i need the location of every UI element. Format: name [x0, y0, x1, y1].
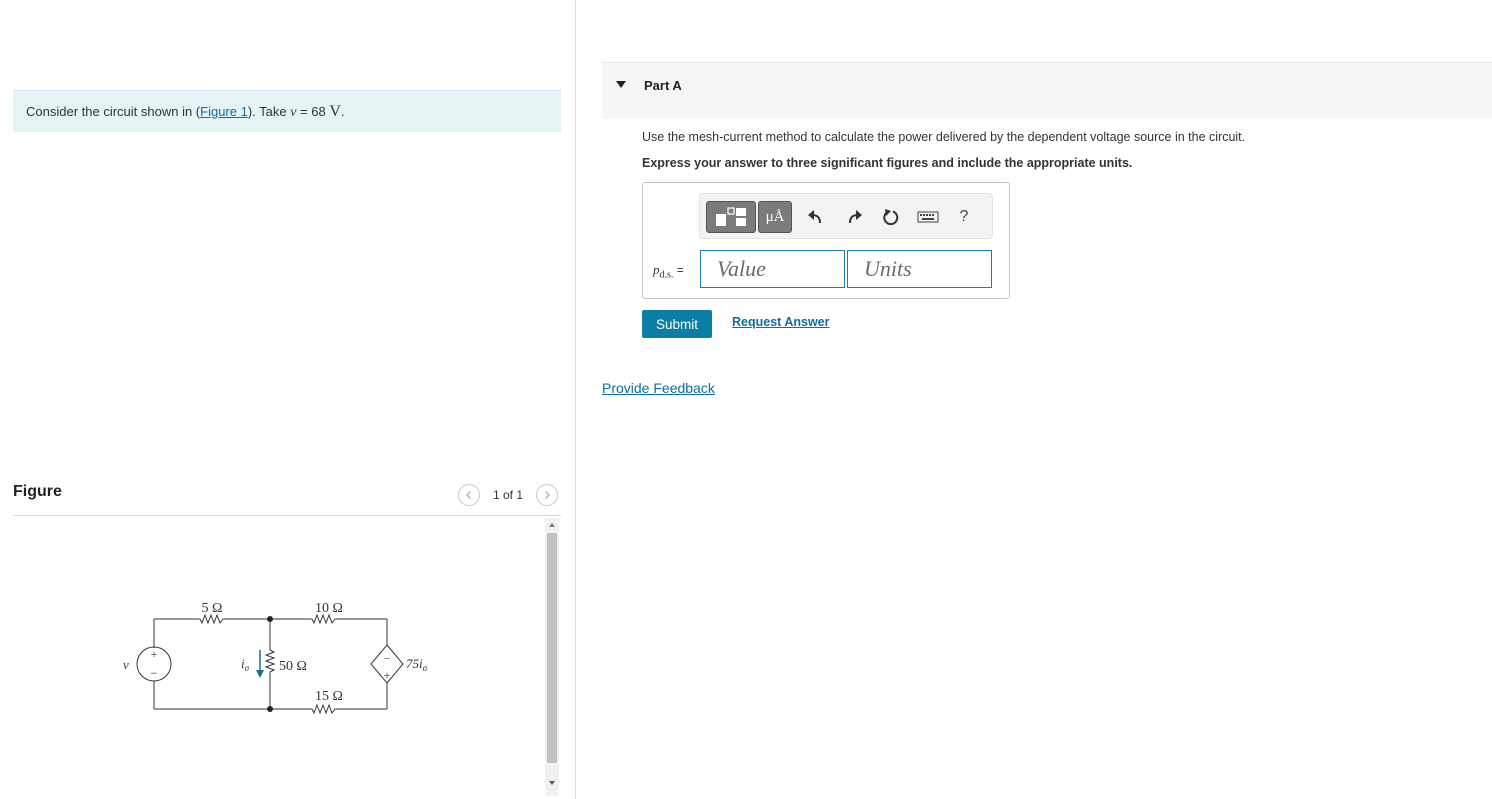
scroll-down-arrow-icon[interactable] [545, 776, 559, 790]
figure-scroll-thumb[interactable] [547, 533, 557, 763]
r2-label: 10 Ω [315, 601, 343, 616]
redo-button[interactable] [838, 201, 870, 233]
r3-label: 50 Ω [279, 659, 307, 674]
r4-label: 15 Ω [315, 689, 343, 704]
dep-source-label: 75iσ [406, 656, 428, 673]
problem-suffix: . [340, 104, 345, 119]
problem-statement: Consider the circuit shown in (Figure 1)… [13, 90, 561, 132]
figure-title: Figure [13, 483, 62, 500]
units-input[interactable] [847, 250, 992, 288]
problem-pane: Consider the circuit shown in (Figure 1)… [0, 0, 575, 799]
circuit-diagram: + − − + 5 Ω 10 Ω 50 Ω 15 Ω v iσ 75iσ [123, 601, 428, 715]
current-label: iσ [241, 656, 250, 673]
part-header[interactable] [602, 62, 1492, 119]
source-v-label: v [123, 657, 129, 672]
value-input[interactable] [700, 250, 845, 288]
answer-variable-label: pd.s. = [653, 262, 684, 280]
dep-source-label-main: 75i [406, 656, 423, 671]
chevron-right-icon [545, 491, 550, 499]
pane-divider [575, 0, 576, 799]
dep-source-label-sub: σ [423, 663, 428, 673]
var-eq: = [673, 263, 684, 277]
undo-icon [808, 210, 821, 224]
reset-icon [883, 209, 899, 226]
instruction-text: Express your answer to three significant… [642, 156, 1133, 170]
figure-divider [13, 515, 561, 516]
problem-unit: V [329, 103, 341, 120]
problem-equals: = 68 [296, 104, 330, 119]
submit-button[interactable]: Submit [642, 310, 712, 338]
provide-feedback-link[interactable]: Provide Feedback [602, 380, 715, 396]
reset-button[interactable] [875, 201, 907, 233]
caret-down-icon[interactable] [616, 81, 626, 89]
help-button[interactable]: ? [948, 201, 980, 233]
keyboard-button[interactable] [912, 201, 944, 233]
dep-source-minus: − [384, 653, 390, 665]
question-text: Use the mesh-current method to calculate… [642, 130, 1246, 144]
var-sub: d.s. [659, 269, 674, 281]
dep-source-plus: + [384, 668, 391, 682]
problem-prefix: Consider the circuit shown in ( [26, 104, 201, 119]
part-title[interactable]: Part A [644, 78, 682, 93]
problem-text: Consider the circuit shown in (Figure 1)… [26, 103, 345, 121]
units-button[interactable]: μÅ [758, 201, 792, 233]
r1-label: 5 Ω [202, 601, 223, 616]
figure-prev-button[interactable] [458, 484, 480, 506]
undo-button[interactable] [800, 201, 832, 233]
figure-link[interactable]: Figure 1 [200, 104, 248, 119]
source-minus: − [151, 666, 158, 680]
problem-middle: ). Take [247, 104, 291, 119]
math-toolbar: μÅ ? [699, 193, 993, 239]
figure-next-button[interactable] [536, 484, 558, 506]
source-plus: + [151, 647, 158, 661]
current-label-sub: σ [245, 663, 250, 673]
redo-icon [849, 210, 862, 224]
template-icon [716, 207, 746, 226]
chevron-left-icon [466, 491, 471, 499]
keyboard-icon [917, 211, 939, 223]
request-answer-link[interactable]: Request Answer [732, 315, 829, 329]
templates-button[interactable] [706, 201, 756, 233]
scroll-up-arrow-icon[interactable] [545, 518, 559, 532]
figure-pager-text: 1 of 1 [493, 488, 524, 502]
